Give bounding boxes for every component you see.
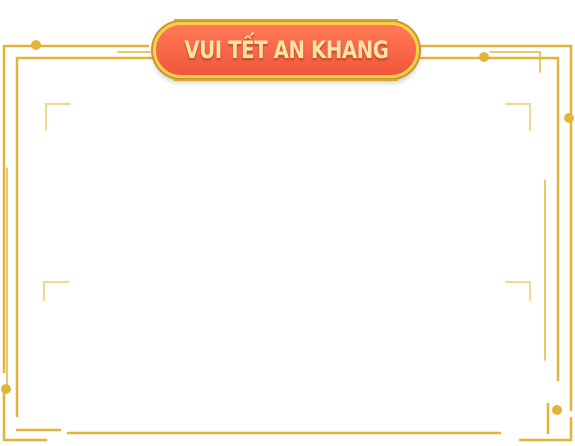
- corner-bracket-icon: [45, 103, 71, 131]
- banner-title: VUI TẾT AN KHANG: [183, 36, 389, 64]
- corner-bracket-icon: [43, 281, 69, 301]
- gold-dot-icon: [479, 52, 489, 62]
- corner-bracket-icon: [505, 103, 531, 131]
- frame-inner-left: [15, 56, 502, 435]
- frame-outer-left: [2, 44, 150, 442]
- frame-outer-right: [418, 44, 573, 442]
- gold-dot-icon: [552, 405, 562, 415]
- gold-dot-icon: [31, 40, 41, 50]
- corner-bracket-icon: [505, 281, 531, 301]
- title-banner: VUI TẾT AN KHANG: [153, 19, 419, 81]
- gold-dot-icon: [1, 384, 11, 394]
- frame-right-top-accent: [489, 51, 541, 73]
- frame-inner-right: [418, 56, 560, 435]
- gold-dot-icon: [564, 113, 574, 123]
